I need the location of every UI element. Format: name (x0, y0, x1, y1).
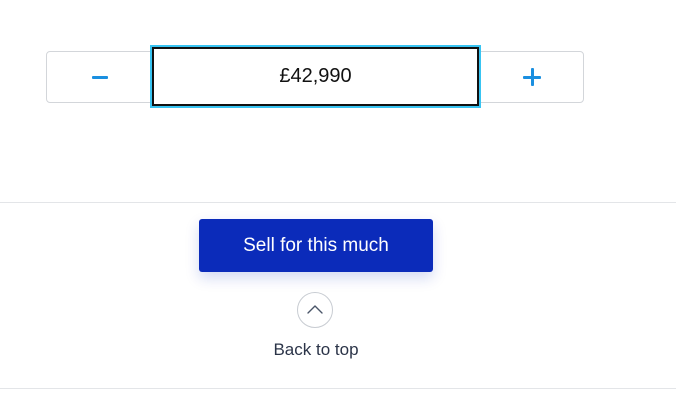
page: Sell for this much Back to top (0, 0, 676, 399)
divider (0, 388, 676, 389)
chevron-up-icon (307, 305, 323, 314)
sell-button[interactable]: Sell for this much (199, 219, 433, 272)
decrease-button[interactable] (47, 52, 153, 102)
back-to-top-label: Back to top (273, 340, 359, 359)
divider (0, 202, 676, 203)
minus-icon (92, 76, 108, 79)
price-input[interactable] (150, 45, 481, 108)
back-to-top-circle (297, 292, 333, 328)
back-to-top-link[interactable]: Back to top (241, 290, 391, 366)
plus-icon (523, 68, 541, 86)
